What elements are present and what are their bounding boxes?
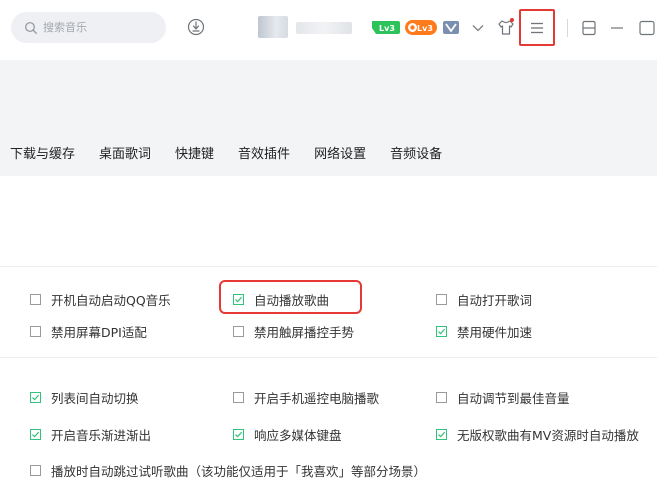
checkbox-fade-in-out[interactable]: 开启音乐渐进渐出	[30, 425, 151, 444]
checkbox-box[interactable]	[436, 392, 447, 403]
checkbox-label: 播放时自动跳过试听歌曲（该功能仅适用于「我喜欢」等部分场景）	[51, 464, 427, 479]
check-icon	[438, 431, 446, 438]
main-menu-button[interactable]	[519, 9, 555, 46]
tab-desktop-lyrics[interactable]: 桌面歌词	[99, 143, 151, 162]
checkbox-box[interactable]	[30, 465, 41, 476]
maximize-icon[interactable]	[635, 18, 657, 38]
checkbox-label: 开机自动启动QQ音乐	[51, 293, 171, 308]
tab-sound-plugins[interactable]: 音效插件	[238, 143, 290, 162]
checkbox-box[interactable]	[30, 294, 41, 305]
checkbox-list-auto-switch[interactable]: 列表间自动切换	[30, 388, 139, 407]
section-divider	[0, 357, 657, 358]
check-icon	[235, 431, 243, 438]
voice-search-icon[interactable]	[186, 16, 206, 38]
checkbox-label: 禁用屏幕DPI适配	[51, 325, 147, 340]
search-box[interactable]	[11, 12, 166, 43]
search-input[interactable]	[43, 21, 153, 34]
tab-shortcuts[interactable]: 快捷键	[175, 143, 214, 162]
checkbox-phone-remote[interactable]: 开启手机遥控电脑播歌	[233, 388, 379, 407]
checkbox-box[interactable]	[436, 326, 447, 337]
checkbox-box[interactable]	[30, 392, 41, 403]
checkbox-autostart[interactable]: 开机自动启动QQ音乐	[30, 290, 171, 309]
checkbox-box[interactable]	[233, 392, 244, 403]
search-icon	[25, 21, 37, 34]
checkbox-auto-volume[interactable]: 自动调节到最佳音量	[436, 388, 570, 407]
checkbox-label: 列表间自动切换	[51, 391, 139, 406]
checkbox-label: 响应多媒体键盘	[254, 428, 342, 443]
checkbox-label: 开启音乐渐进渐出	[51, 428, 152, 443]
checkbox-label: 禁用硬件加速	[457, 325, 533, 340]
checkbox-auto-open-lyrics[interactable]: 自动打开歌词	[436, 290, 532, 309]
menu-icon	[531, 22, 543, 33]
tab-download-cache[interactable]: 下载与缓存	[10, 143, 75, 162]
checkbox-box[interactable]	[233, 326, 244, 337]
check-icon	[32, 394, 40, 401]
checkbox-box[interactable]	[30, 326, 41, 337]
tab-network[interactable]: 网络设置	[314, 143, 366, 162]
tab-audio-device[interactable]: 音频设备	[390, 143, 442, 162]
checkbox-label: 自动打开歌词	[457, 293, 533, 308]
checkbox-disable-dpi[interactable]: 禁用屏幕DPI适配	[30, 322, 147, 341]
checkbox-box[interactable]	[436, 429, 447, 440]
level-badge-label: Lv3	[379, 24, 395, 33]
check-icon	[32, 431, 40, 438]
checkbox-label: 自动调节到最佳音量	[457, 391, 570, 406]
level-badge-icon[interactable]: Lv3	[370, 20, 400, 35]
user-name-blurred[interactable]	[296, 22, 352, 34]
avatar[interactable]	[258, 16, 288, 38]
check-icon	[438, 328, 446, 335]
checkbox-box[interactable]	[30, 429, 41, 440]
checkbox-media-keys[interactable]: 响应多媒体键盘	[233, 425, 342, 444]
autoplay-highlight-box	[219, 280, 362, 314]
chevron-down-icon[interactable]	[470, 21, 486, 35]
mini-mode-icon[interactable]	[579, 18, 599, 38]
vip-badge-label: Lv3	[417, 24, 433, 33]
vip-badge-icon[interactable]: Lv3	[405, 20, 437, 35]
minimize-icon[interactable]	[607, 18, 627, 38]
checkbox-box[interactable]	[233, 429, 244, 440]
title-bar: Lv3 Lv3	[0, 0, 657, 60]
checkbox-skip-preview[interactable]: 播放时自动跳过试听歌曲（该功能仅适用于「我喜欢」等部分场景）	[30, 461, 426, 480]
checkbox-label: 开启手机遥控电脑播歌	[254, 391, 380, 406]
checkbox-disable-hw-accel[interactable]: 禁用硬件加速	[436, 322, 532, 341]
checkbox-disable-touch-gesture[interactable]: 禁用触屏播控手势	[233, 322, 354, 341]
skin-icon[interactable]	[496, 16, 516, 38]
section-divider	[0, 266, 657, 267]
checkbox-box[interactable]	[436, 294, 447, 305]
checkbox-mv-autoplay[interactable]: 无版权歌曲有MV资源时自动播放	[436, 425, 657, 444]
settings-tabs: 下载与缓存 桌面歌词 快捷键 音效插件 网络设置 音频设备	[10, 143, 466, 162]
membership-badge-icon[interactable]	[442, 20, 460, 35]
checkbox-label: 禁用触屏播控手势	[254, 325, 355, 340]
toolbar-divider	[567, 19, 568, 37]
checkbox-label: 无版权歌曲有MV资源时自动播放	[457, 428, 639, 443]
